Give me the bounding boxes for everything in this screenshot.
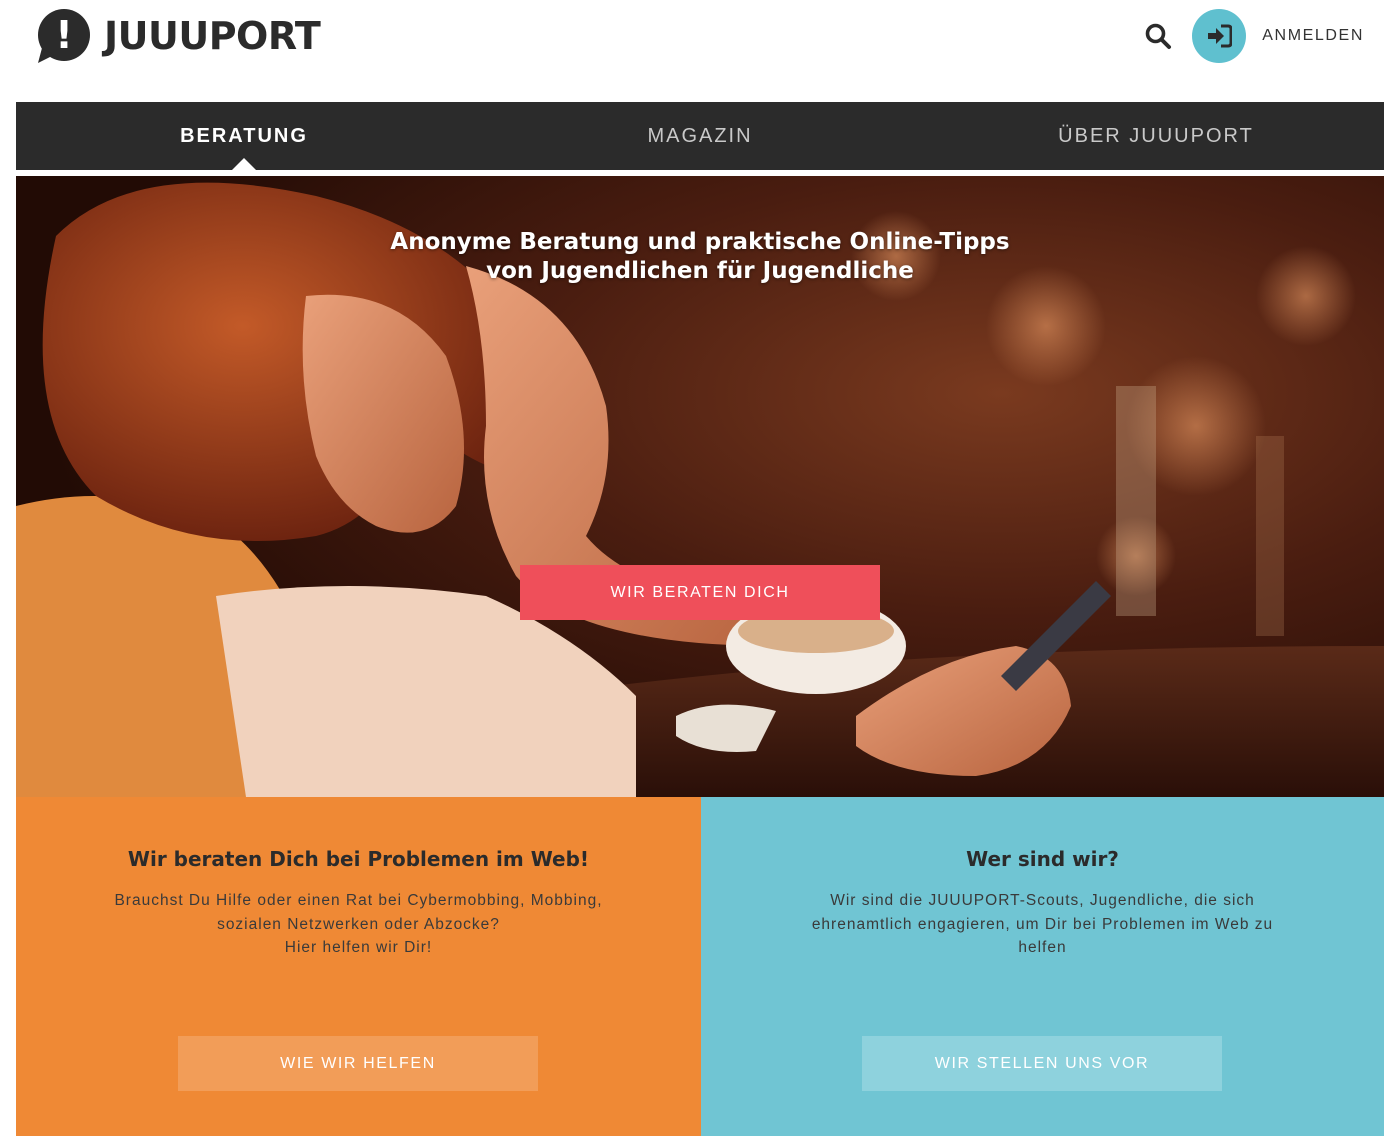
wie-wir-helfen-button[interactable]: WIE WIR HELFEN [178,1036,538,1091]
panel-wer-sind-wir-text: Wir sind die JUUUPORT-Scouts, Jugendlich… [741,889,1344,960]
search-icon [1145,23,1172,49]
nav-tab-beratung[interactable]: BERATUNG [16,102,472,170]
panel-beratung-title: Wir beraten Dich bei Problemen im Web! [127,847,590,871]
panel-wer-sind-wir-text-line2: ehrenamtlich engagieren, um Dir bei Prob… [811,915,1274,933]
panel-wer-sind-wir-title: Wer sind wir? [966,847,1119,871]
panel-wer-sind-wir-text-line3: helfen [1018,939,1067,956]
brand-name: JUUUPORT [104,14,321,58]
logo-mark-glyph: ! [55,13,72,57]
logo[interactable]: ! JUUUPORT [36,8,321,64]
main-nav: BERATUNG MAGAZIN ÜBER JUUUPORT [16,102,1384,170]
wir-stellen-uns-vor-button[interactable]: WIR STELLEN UNS VOR [862,1036,1222,1091]
hero-banner: Anonyme Beratung und praktische Online-T… [16,176,1384,797]
speech-bubble-exclamation-icon: ! [36,8,92,64]
login-button[interactable] [1192,9,1247,63]
panel-beratung-text: Brauchst Du Hilfe oder einen Rat bei Cyb… [56,889,661,960]
sign-in-icon [1208,24,1233,48]
panel-wer-sind-wir-text-line1: Wir sind die JUUUPORT-Scouts, Jugendlich… [830,892,1255,909]
site-header: ! JUUUPORT ANMELDEN [0,0,1392,100]
search-button[interactable] [1142,20,1174,52]
hero-headline-line2: von Jugendlichen für Jugendliche [486,258,914,284]
panel-beratung-text-line1: Brauchst Du Hilfe oder einen Rat bei Cyb… [114,892,603,909]
nav-tab-magazin[interactable]: MAGAZIN [472,102,928,170]
header-actions: ANMELDEN [1142,8,1364,64]
panel-wer-sind-wir: Wer sind wir? Wir sind die JUUUPORT-Scou… [701,797,1384,1136]
nav-tab-ueber-juuuport[interactable]: ÜBER JUUUPORT [928,102,1384,170]
hero-headline-line1: Anonyme Beratung und praktische Online-T… [390,229,1010,255]
panel-beratung: Wir beraten Dich bei Problemen im Web! B… [16,797,701,1136]
login-link[interactable]: ANMELDEN [1262,27,1364,45]
panel-beratung-text-line2: sozialen Netzwerken oder Abzocke? [217,915,500,933]
panel-beratung-text-line3: Hier helfen wir Dir! [284,939,433,956]
hero-headline: Anonyme Beratung und praktische Online-T… [16,228,1384,286]
cta-wir-beraten-dich-button[interactable]: WIR BERATEN DICH [520,565,880,620]
